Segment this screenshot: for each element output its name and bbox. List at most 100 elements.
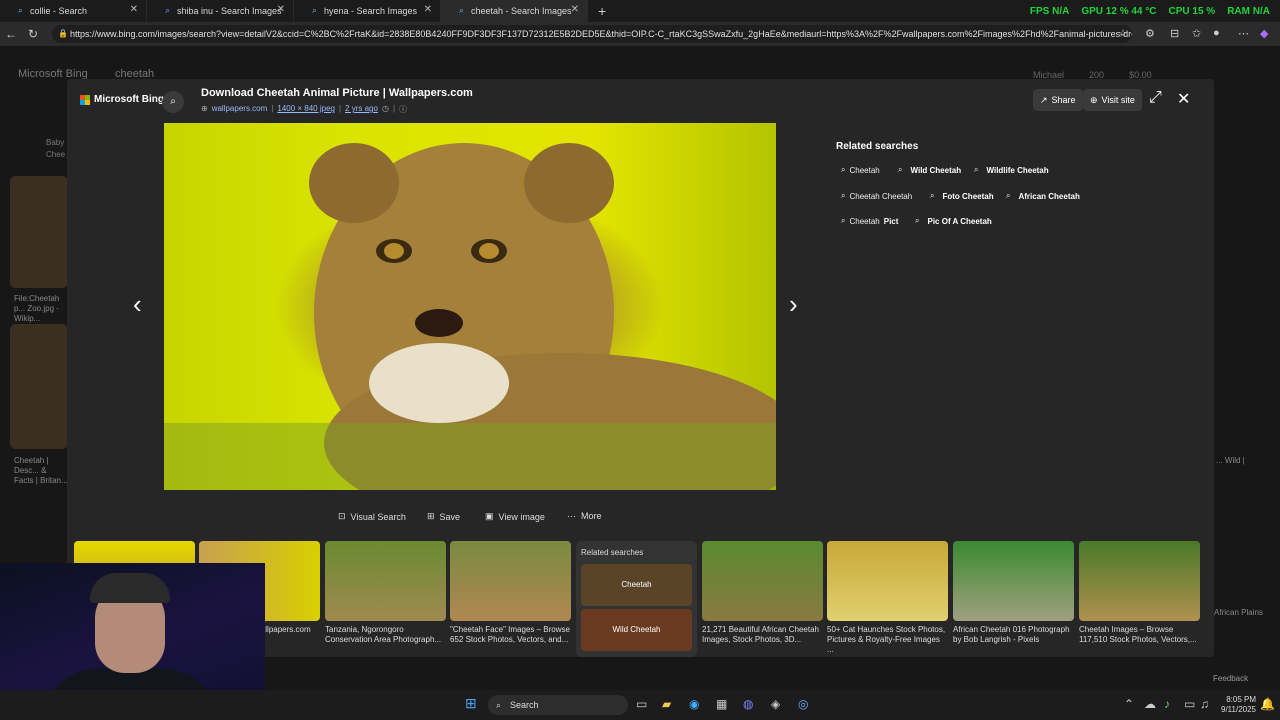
search-icon: ⌕ — [165, 5, 171, 15]
more-dots-icon: ··· — [567, 511, 576, 521]
strip-related-wild-cheetah[interactable]: Wild Cheetah — [581, 609, 692, 651]
address-bar[interactable]: 🔒 https://www.bing.com/images/search?vie… — [52, 25, 1132, 43]
visual-search-button[interactable]: ⊡ Visual Search — [338, 511, 406, 522]
tab-cheetah[interactable]: ⌕ cheetah - Search Images ✕ — [441, 0, 588, 22]
related-chip[interactable]: ⌕ Wild Cheetah — [893, 161, 966, 179]
close-icon[interactable]: ✕ — [424, 4, 432, 15]
mic-icon[interactable]: ♪ — [1164, 697, 1170, 711]
gpu-temp: 44 °C — [1131, 6, 1157, 17]
edge-browser-icon[interactable]: ◉ — [689, 697, 699, 711]
related-chip[interactable]: ⌕ Wildlife Cheetah — [969, 161, 1054, 179]
volume-icon[interactable]: ♫ — [1200, 697, 1209, 711]
strip-thumbnail[interactable]: 21,271 Beautiful African Cheetah Images,… — [702, 541, 823, 645]
result-caption: African Plains — [1214, 608, 1263, 617]
result-thumb[interactable] — [10, 324, 68, 449]
strip-thumbnail[interactable]: Tanzania, Ngorongoro Conservation Area P… — [325, 541, 446, 645]
expand-icon[interactable]: ⤢ — [1149, 89, 1162, 107]
chip-cheetah: Chee — [46, 150, 66, 159]
share-button[interactable]: ↗ Share — [1033, 89, 1083, 111]
related-chip[interactable]: ⌕ Cheetah Cheetah — [836, 187, 921, 205]
refresh-icon[interactable]: ↻ — [22, 27, 44, 41]
cheetah-main-image[interactable] — [164, 123, 776, 490]
close-icon[interactable]: ✕ — [1177, 89, 1190, 109]
extensions-icon[interactable]: ⚙ — [1145, 27, 1155, 40]
ram-label: RAM — [1227, 6, 1250, 17]
strip-thumbnail[interactable]: 50+ Cat Haunches Stock Photos, Pictures … — [827, 541, 948, 655]
gpu-label: GPU — [1081, 6, 1104, 17]
strip-thumbnail[interactable]: Cheetah Images – Browse 117,510 Stock Ph… — [1079, 541, 1200, 645]
tab-hyena[interactable]: ⌕ hyena - Search Images ✕ — [294, 0, 441, 22]
strip-thumbnail[interactable]: African Cheetah 016 Photograph by Bob La… — [953, 541, 1074, 645]
tab-collie[interactable]: ⌕ collie - Search ✕ — [0, 0, 147, 22]
chip-text: Cheetah — [849, 165, 880, 175]
previous-arrow-icon[interactable]: ‹ — [133, 289, 142, 320]
url-text: https://www.bing.com/images/search?view=… — [70, 29, 1132, 39]
tray-chevron-icon[interactable]: ⌃ — [1124, 697, 1134, 711]
strip-thumbnail[interactable]: "Cheetah Face" Images – Browse 652 Stock… — [450, 541, 571, 645]
related-chip[interactable]: ⌕ Foto Cheetah — [925, 187, 999, 205]
close-icon[interactable]: ✕ — [571, 4, 579, 15]
chip-text: Cheetah Cheetah — [849, 191, 913, 201]
cloud-icon[interactable]: ☁ — [1144, 697, 1156, 711]
split-screen-icon[interactable]: ⊟ — [1170, 27, 1179, 40]
related-chip[interactable]: ⌕ African Cheetah — [1001, 187, 1085, 205]
bing-logo[interactable]: Microsoft Bing — [80, 94, 164, 105]
related-chip[interactable]: ⌕ Pic Of A Cheetah — [910, 212, 997, 230]
profile-avatar[interactable]: ● — [1213, 27, 1220, 39]
back-arrow-icon[interactable]: ← — [0, 27, 22, 41]
visit-site-button[interactable]: ⊕ Visit site — [1083, 89, 1142, 111]
browser-tab-strip: ⌕ collie - Search ✕ ⌕ shiba inu - Search… — [0, 0, 1280, 22]
related-chip[interactable]: ⌕ Cheetah Pict — [836, 212, 903, 230]
search-icon: ⌕ — [312, 5, 318, 15]
related-searches-title: Related searches — [836, 141, 919, 152]
taskbar-clock[interactable]: 8:05 PM 9/11/2025 — [1221, 695, 1256, 715]
tab-shiba-inu[interactable]: ⌕ shiba inu - Search Images ✕ — [147, 0, 294, 22]
separator: | — [338, 104, 342, 113]
search-icon: ⌕ — [1006, 191, 1011, 200]
file-explorer-icon[interactable]: ▰ — [662, 697, 671, 711]
tab-label: collie - Search — [30, 6, 88, 16]
chip-text-bold: Foto Cheetah — [942, 191, 994, 201]
result-thumb[interactable] — [10, 176, 68, 288]
task-view-icon[interactable]: ▭ — [636, 697, 647, 711]
gpu-value: 12 % — [1105, 6, 1129, 17]
view-image-button[interactable]: ▣ View image — [485, 511, 545, 522]
close-icon[interactable]: ✕ — [277, 4, 285, 15]
windows-start-icon[interactable]: ⊞ — [465, 695, 477, 712]
steam-icon[interactable]: ◎ — [798, 697, 808, 711]
notification-bell-icon[interactable]: 🔔 — [1260, 697, 1275, 711]
chip-text-bold: Pic Of A Cheetah — [927, 216, 992, 226]
history-icon: ◷ — [381, 104, 389, 113]
feedback-link[interactable]: Feedback — [1213, 674, 1248, 684]
related-chip[interactable]: ⌕ Cheetah — [836, 161, 889, 179]
search-button[interactable]: ⌕ — [162, 91, 184, 113]
source-link[interactable]: wallpapers.com — [212, 104, 268, 115]
image-size[interactable]: 1400 × 840 jpeg — [277, 104, 335, 115]
strip-related-cheetah[interactable]: Cheetah — [581, 564, 692, 606]
thumbnail-caption: 50+ Cat Haunches Stock Photos, Pictures … — [827, 625, 946, 654]
search-icon: ⌕ — [930, 191, 935, 200]
more-menu-icon[interactable]: ⋯ — [1238, 27, 1249, 40]
favorites-icon[interactable]: ✩ — [1192, 27, 1201, 40]
close-icon[interactable]: ✕ — [130, 4, 138, 15]
store-icon[interactable]: ▦ — [716, 697, 727, 711]
discord-icon[interactable]: ◍ — [743, 697, 753, 711]
thumbnail-image — [827, 541, 948, 621]
favorite-star-icon[interactable]: ☆ — [1118, 27, 1128, 40]
save-button[interactable]: ⊞ Save — [427, 511, 460, 522]
thumbnail-caption: Tanzania, Ngorongoro Conservation Area P… — [325, 625, 442, 644]
globe-icon: ⊕ — [1090, 94, 1098, 105]
new-tab-button[interactable]: + — [598, 3, 606, 19]
network-icon[interactable]: ▭ — [1184, 697, 1195, 711]
copilot-icon[interactable]: ◆ — [1260, 27, 1268, 40]
app-icon[interactable]: ◈ — [771, 697, 780, 711]
more-button[interactable]: ··· More — [567, 511, 602, 521]
info-icon[interactable]: ⓘ — [399, 104, 407, 115]
share-label: Share — [1051, 95, 1076, 105]
taskbar-search[interactable]: ⌕ Search — [488, 695, 628, 715]
image-age[interactable]: 2 yrs ago — [345, 104, 378, 115]
search-icon: ⌕ — [898, 165, 903, 174]
next-arrow-icon[interactable]: › — [789, 289, 798, 320]
save-icon: ⊞ — [427, 511, 435, 521]
chip-text-bold: African Cheetah — [1018, 191, 1080, 201]
